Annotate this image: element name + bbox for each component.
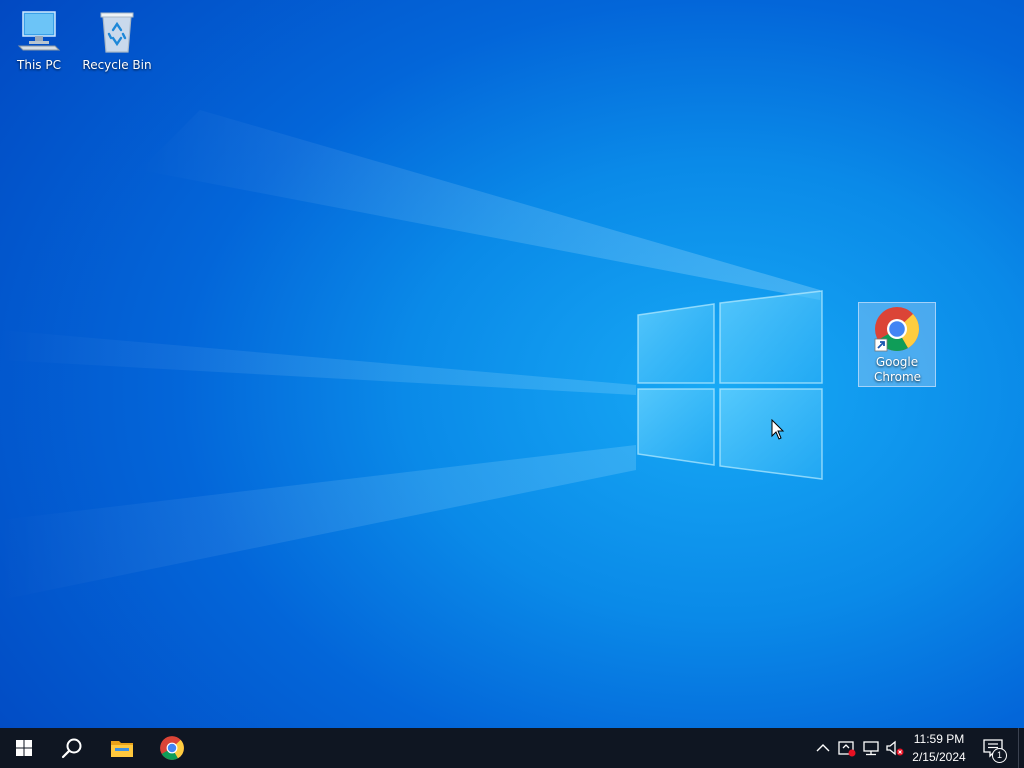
desktop-icon-this-pc[interactable]: This PC xyxy=(0,8,78,73)
network-icon[interactable] xyxy=(861,738,881,758)
desktop-icon-recycle-bin[interactable]: Recycle Bin xyxy=(78,8,156,73)
chrome-icon xyxy=(874,307,919,352)
taskbar-clock[interactable]: 11:59 PM 2/15/2024 xyxy=(906,730,972,766)
desktop-icon-google-chrome[interactable]: Google Chrome xyxy=(858,302,936,387)
notification-count-badge: 1 xyxy=(992,748,1007,763)
desktop-icon-label: This PC xyxy=(17,58,61,72)
mouse-cursor-icon xyxy=(771,419,785,440)
search-button[interactable] xyxy=(48,728,96,768)
desktop-icon-label: Recycle Bin xyxy=(82,58,152,72)
desktop[interactable]: This PC Recycle Bin Google Chrome xyxy=(0,0,1024,728)
start-button[interactable] xyxy=(0,728,48,768)
folder-icon xyxy=(111,741,133,757)
this-pc-icon xyxy=(17,11,61,51)
file-explorer-button[interactable] xyxy=(98,728,146,768)
show-desktop-button[interactable] xyxy=(1018,728,1024,768)
search-icon xyxy=(61,738,82,759)
chrome-taskbar-button[interactable] xyxy=(148,728,196,768)
wallpaper-windows-logo xyxy=(637,290,823,480)
volume-muted-icon[interactable] xyxy=(885,738,905,758)
windows-logo-icon xyxy=(16,740,32,756)
recycle-bin-icon xyxy=(100,12,134,53)
desktop-icon-label: Google Chrome xyxy=(874,355,922,384)
clock-date: 2/15/2024 xyxy=(912,750,966,764)
chrome-icon xyxy=(160,736,184,760)
clock-time: 11:59 PM xyxy=(913,732,965,746)
taskbar: 11:59 PM 2/15/2024 xyxy=(0,728,1024,768)
chevron-up-icon[interactable] xyxy=(813,738,833,758)
security-icon[interactable] xyxy=(837,738,857,758)
